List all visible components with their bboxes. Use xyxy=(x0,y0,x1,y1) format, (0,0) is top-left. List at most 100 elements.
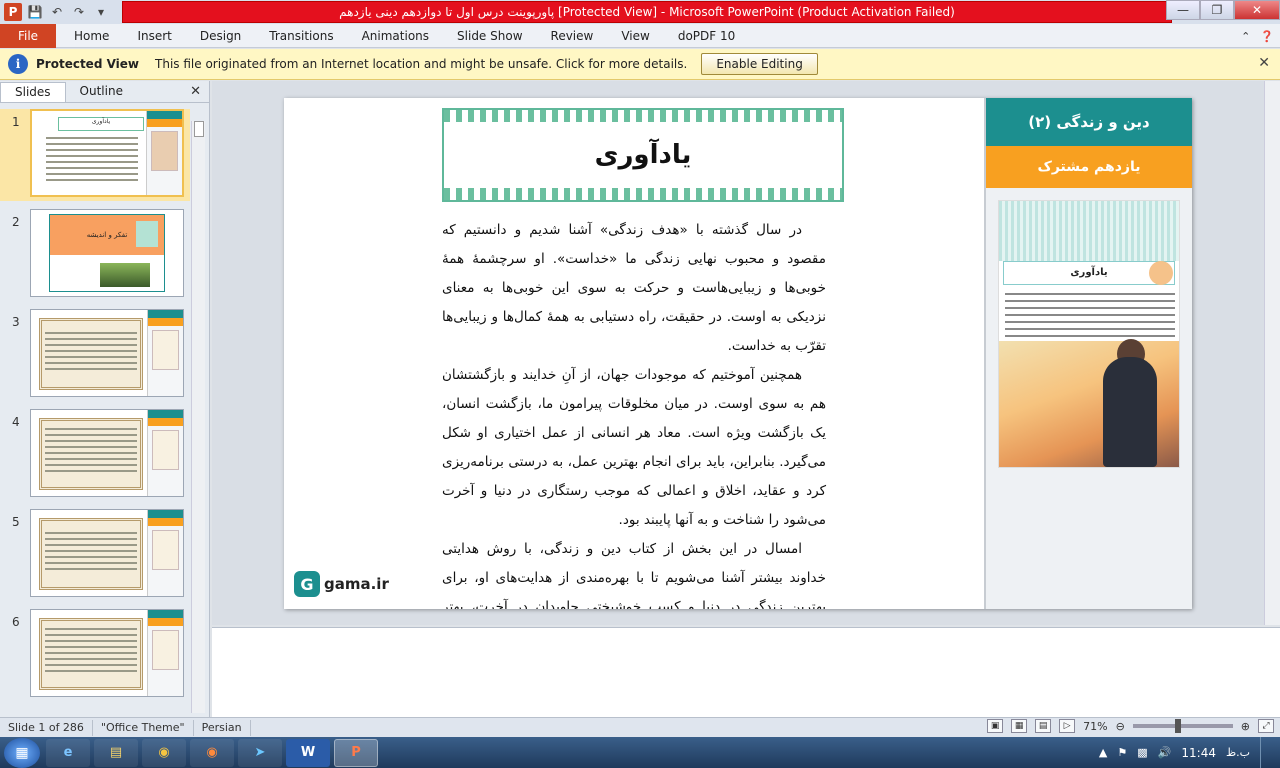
network-icon[interactable]: ▩ xyxy=(1137,746,1147,759)
show-desktop-button[interactable] xyxy=(1260,737,1272,768)
enable-editing-button[interactable]: Enable Editing xyxy=(701,53,818,75)
slide-editing-area: یادآوری در سال گذشته با «هدف زندگی» آشنا… xyxy=(212,81,1280,625)
thumbnail-image xyxy=(30,509,184,597)
restore-button[interactable]: ❐ xyxy=(1200,0,1234,20)
panel-tabs: Slides Outline ✕ xyxy=(0,81,209,103)
slide-thumbnail-6[interactable]: 6 xyxy=(0,609,190,701)
undo-icon[interactable]: ↶ xyxy=(48,3,66,21)
slideshow-view-icon[interactable]: ▷ xyxy=(1059,719,1076,733)
slide-body-text[interactable]: در سال گذشته با «هدف زندگی» آشنا شدیم و … xyxy=(442,216,826,609)
scrollbar-thumb[interactable] xyxy=(194,121,204,137)
close-bar-icon[interactable]: ✕ xyxy=(1258,55,1270,71)
close-panel-icon[interactable]: ✕ xyxy=(190,84,201,99)
tab-home[interactable]: Home xyxy=(60,24,123,48)
theme-name[interactable]: "Office Theme" xyxy=(93,719,194,736)
window-title: پاورپوینت درس اول تا دوازدهم دینی یازدهم… xyxy=(122,1,1172,23)
slide-thumbnail-1[interactable]: 1 یادآوری xyxy=(0,109,190,201)
ornament-top xyxy=(444,110,842,122)
zoom-out-icon[interactable]: ⊖ xyxy=(1116,720,1125,733)
ribbon-tabs: File Home Insert Design Transitions Anim… xyxy=(0,23,1280,48)
protected-view-label: Protected View xyxy=(36,57,140,71)
info-icon: i xyxy=(8,54,28,74)
powerpoint-taskbar-icon[interactable]: P xyxy=(334,738,378,767)
notes-pane[interactable] xyxy=(212,627,1280,717)
side-subtitle: یازدهم مشترک xyxy=(986,146,1192,188)
protected-view-message[interactable]: This file originated from an Internet lo… xyxy=(155,57,687,71)
windows-taskbar: ▦ e ▤ ◉ ◉ ➤ W P ▲ ⚑ ▩ 🔊 11:44 ب.ظ xyxy=(0,737,1280,768)
thumbnail-image xyxy=(30,409,184,497)
slide-side-panel: دین و زندگی (۲) یازدهم مشترک یادآوری xyxy=(984,98,1192,609)
volume-icon[interactable]: 🔊 xyxy=(1158,746,1172,759)
slide-number: 1 xyxy=(12,115,20,129)
tab-review[interactable]: Review xyxy=(537,24,608,48)
tab-view[interactable]: View xyxy=(607,24,663,48)
view-zoom-controls: ▣ ▦ ▤ ▷ 71% ⊖ ⊕ ⤢ xyxy=(987,719,1274,733)
tab-insert[interactable]: Insert xyxy=(123,24,185,48)
word-icon[interactable]: W xyxy=(286,738,330,767)
paragraph-1: در سال گذشته با «هدف زندگی» آشنا شدیم و … xyxy=(442,222,826,354)
ribbon-right-controls: ⌃ ❓ xyxy=(1241,24,1274,48)
book-page-image: یادآوری xyxy=(998,200,1180,468)
slide-title-box[interactable]: یادآوری xyxy=(442,108,844,202)
slide-number: 6 xyxy=(12,615,20,629)
telegram-icon[interactable]: ➤ xyxy=(238,738,282,767)
internet-explorer-icon[interactable]: e xyxy=(46,738,90,767)
normal-view-icon[interactable]: ▣ xyxy=(987,719,1004,733)
tab-transitions[interactable]: Transitions xyxy=(255,24,347,48)
ornament-bottom xyxy=(444,188,842,200)
slide-number: 3 xyxy=(12,315,20,329)
tab-design[interactable]: Design xyxy=(186,24,255,48)
tab-file[interactable]: File xyxy=(0,23,56,48)
slide-number: 2 xyxy=(12,215,20,229)
zoom-slider[interactable] xyxy=(1132,719,1233,733)
save-icon[interactable]: 💾 xyxy=(26,3,44,21)
zoom-slider-knob[interactable] xyxy=(1174,719,1181,733)
paragraph-3: امسال در این بخش از کتاب دین و زندگی، با… xyxy=(442,541,826,609)
thumbnail-image xyxy=(30,309,184,397)
tab-outline[interactable]: Outline xyxy=(66,82,137,102)
slide-thumbnail-2[interactable]: 2 تفکر و اندیشه xyxy=(0,209,190,301)
fit-to-window-icon[interactable]: ⤢ xyxy=(1258,719,1274,733)
slides-scrollbar[interactable] xyxy=(191,121,205,713)
chrome-icon[interactable]: ◉ xyxy=(142,738,186,767)
gama-logo: G gama.ir xyxy=(294,571,389,597)
slides-panel: Slides Outline ✕ 1 یادآوری 2 تفکر و اندی… xyxy=(0,81,210,717)
slide-title: یادآوری xyxy=(594,140,692,170)
reading-view-icon[interactable]: ▤ xyxy=(1035,719,1052,733)
status-bar: Slide 1 of 286 "Office Theme" Persian ▣ … xyxy=(0,717,1280,737)
file-explorer-icon[interactable]: ▤ xyxy=(94,738,138,767)
title-bar: P 💾 ↶ ↷ ▾ پاورپوینت درس اول تا دوازدهم د… xyxy=(0,0,1280,24)
powerpoint-logo-icon[interactable]: P xyxy=(4,3,22,21)
tab-slide-show[interactable]: Slide Show xyxy=(443,24,536,48)
help-icon[interactable]: ❓ xyxy=(1260,30,1274,43)
flag-icon[interactable]: ⚑ xyxy=(1117,746,1127,759)
minimize-button[interactable]: — xyxy=(1166,0,1200,20)
zoom-level[interactable]: 71% xyxy=(1083,720,1107,733)
zoom-in-icon[interactable]: ⊕ xyxy=(1241,720,1250,733)
window-controls: — ❐ ✕ xyxy=(1166,0,1280,20)
slide-thumbnail-5[interactable]: 5 xyxy=(0,509,190,601)
firefox-icon[interactable]: ◉ xyxy=(190,738,234,767)
thumb1-title: یادآوری xyxy=(58,117,144,131)
slide-thumbnail-4[interactable]: 4 xyxy=(0,409,190,501)
tab-animations[interactable]: Animations xyxy=(348,24,443,48)
tray-expand-icon[interactable]: ▲ xyxy=(1099,746,1107,759)
slide-thumbnail-3[interactable]: 3 xyxy=(0,309,190,401)
customize-qat-icon[interactable]: ▾ xyxy=(92,3,110,21)
slide-sorter-icon[interactable]: ▦ xyxy=(1011,719,1028,733)
current-slide[interactable]: یادآوری در سال گذشته با «هدف زندگی» آشنا… xyxy=(284,98,1192,609)
tab-dopdf[interactable]: doPDF 10 xyxy=(664,24,749,48)
system-tray: ▲ ⚑ ▩ 🔊 11:44 ب.ظ xyxy=(1099,737,1280,768)
protected-view-bar: i Protected View This file originated fr… xyxy=(0,49,1280,80)
tab-slides[interactable]: Slides xyxy=(0,82,66,102)
slide-number: 5 xyxy=(12,515,20,529)
logo-text: gama.ir xyxy=(324,575,389,593)
clock[interactable]: 11:44 xyxy=(1181,746,1216,760)
close-window-button[interactable]: ✕ xyxy=(1234,0,1280,20)
language-indicator[interactable]: Persian xyxy=(194,719,251,736)
minimize-ribbon-icon[interactable]: ⌃ xyxy=(1241,30,1250,43)
start-button-icon[interactable]: ▦ xyxy=(4,737,40,768)
editor-vertical-scrollbar[interactable] xyxy=(1264,81,1280,625)
thumbnail-image: تفکر و اندیشه xyxy=(30,209,184,297)
redo-icon[interactable]: ↷ xyxy=(70,3,88,21)
